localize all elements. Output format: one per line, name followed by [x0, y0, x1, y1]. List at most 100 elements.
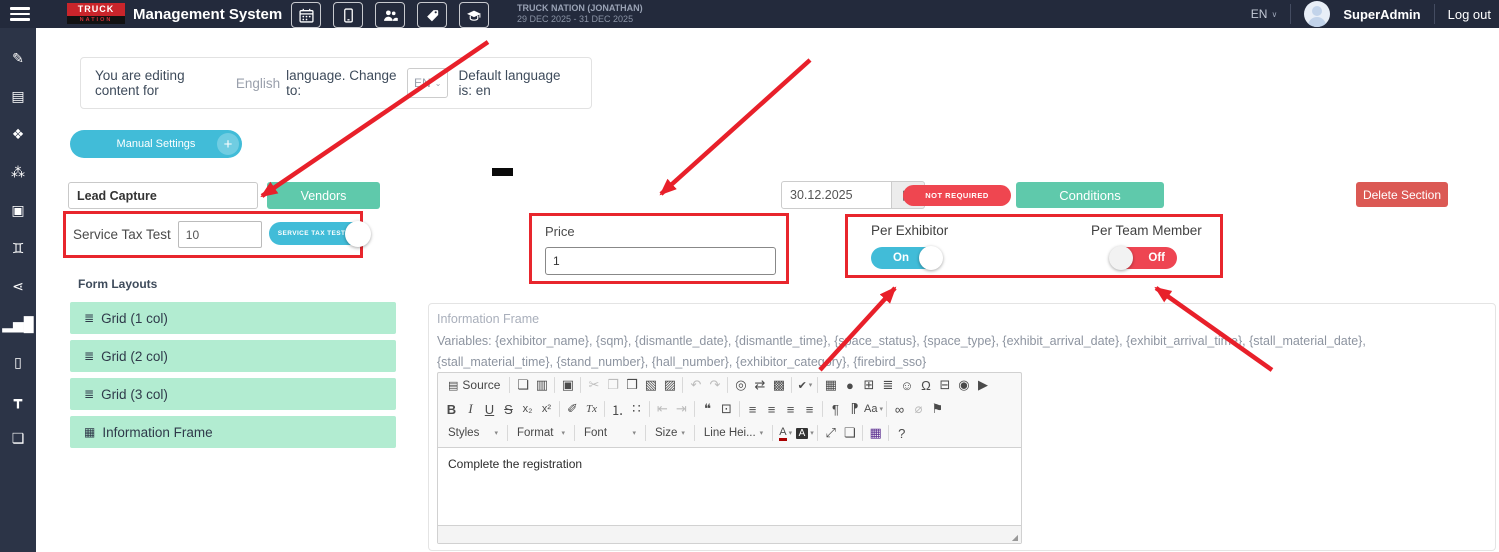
page-break-icon[interactable]: ⊟	[935, 375, 954, 395]
font-dropdown[interactable]: Font▾	[578, 423, 642, 443]
logout-button[interactable]: Log out	[1448, 7, 1491, 22]
service-tax-input[interactable]	[178, 221, 262, 248]
align-left-icon[interactable]: ≡	[743, 399, 762, 419]
italic-button[interactable]: I	[461, 399, 480, 419]
grid-button[interactable]: ▦	[866, 423, 885, 443]
find-icon[interactable]: ◎	[731, 375, 750, 395]
sidebar-item-share[interactable]: ⋖	[0, 267, 36, 305]
source-button[interactable]: ▤Source	[442, 375, 506, 395]
table-icon[interactable]: ⊞	[859, 375, 878, 395]
size-dropdown[interactable]: Size▾	[649, 423, 691, 443]
print-icon[interactable]: ▥	[532, 375, 551, 395]
price-input[interactable]	[545, 247, 776, 275]
paste-text-icon[interactable]: ▧	[641, 375, 660, 395]
tags-button[interactable]	[417, 2, 447, 28]
sidebar-item-tags[interactable]: ❖	[0, 115, 36, 153]
sidebar-item-stats[interactable]: ▂▅█	[0, 305, 36, 343]
outdent-icon[interactable]: ⇤	[653, 399, 672, 419]
language-icon[interactable]: Aa	[864, 399, 883, 419]
about-button[interactable]: ?	[892, 423, 911, 443]
anchor-icon[interactable]: ⚑	[928, 399, 947, 419]
sidebar-item-briefcase[interactable]: ▣	[0, 191, 36, 229]
layout-grid-1col[interactable]: ≣ Grid (1 col)	[70, 302, 396, 334]
spellcheck-icon[interactable]: ✔	[795, 375, 814, 395]
smiley-icon[interactable]: ☺	[897, 375, 916, 395]
rtl-icon[interactable]: ⁋	[845, 399, 864, 419]
plus-icon[interactable]: +	[217, 133, 239, 155]
section-title-input[interactable]	[68, 182, 258, 209]
date-input[interactable]	[781, 181, 892, 209]
redo-icon[interactable]: ↷	[705, 375, 724, 395]
text-color-button[interactable]: A	[776, 423, 795, 443]
undo-icon[interactable]: ↶	[686, 375, 705, 395]
youtube-icon[interactable]: ▶	[973, 375, 992, 395]
align-center-icon[interactable]: ≡	[762, 399, 781, 419]
special-char-icon[interactable]: Ω	[916, 375, 935, 395]
replace-icon[interactable]: ⇄	[750, 375, 769, 395]
hamburger-menu-icon[interactable]	[10, 7, 30, 21]
users-button[interactable]	[375, 2, 405, 28]
show-blocks-button[interactable]: ❏	[840, 423, 859, 443]
link-icon[interactable]: ∞	[890, 399, 909, 419]
calendar-button[interactable]	[291, 2, 321, 28]
per-team-member-toggle[interactable]: Off	[1111, 247, 1177, 269]
language-dropdown[interactable]: EN∨	[1251, 7, 1278, 21]
flash-icon[interactable]: ●	[840, 375, 859, 395]
bulleted-list-icon[interactable]: ∷	[627, 399, 646, 419]
align-right-icon[interactable]: ≡	[781, 399, 800, 419]
format-dropdown[interactable]: Format▾	[511, 423, 571, 443]
unlink-icon[interactable]: ⌀	[909, 399, 928, 419]
ltr-icon[interactable]: ¶	[826, 399, 845, 419]
vendors-button[interactable]: Vendors	[267, 182, 380, 209]
line-height-dropdown[interactable]: Line Hei...▾	[698, 423, 769, 443]
sidebar-item-mobile[interactable]: ▯	[0, 343, 36, 381]
templates-icon[interactable]: ▣	[558, 375, 577, 395]
sidebar-item-documents[interactable]: ❏	[0, 419, 36, 457]
service-tax-toggle[interactable]: SERVICE TAX TEST	[269, 222, 365, 247]
sidebar-item-team[interactable]: ⁂	[0, 153, 36, 191]
copy-format-icon[interactable]: ✐	[563, 399, 582, 419]
paste-word-icon[interactable]: ▨	[660, 375, 679, 395]
conditions-button[interactable]: Conditions	[1016, 182, 1164, 208]
truck-nation-logo[interactable]: TRUCK NATION	[67, 3, 125, 24]
cut-icon[interactable]: ✂	[584, 375, 603, 395]
maximize-button[interactable]: ⤢	[821, 423, 840, 443]
delete-section-button[interactable]: Delete Section	[1356, 182, 1448, 207]
per-exhibitor-toggle[interactable]: On	[871, 247, 941, 269]
layout-grid-3col[interactable]: ≣ Grid (3 col)	[70, 378, 396, 410]
underline-button[interactable]: U	[480, 399, 499, 419]
strike-button[interactable]: S	[499, 399, 518, 419]
avatar[interactable]	[1304, 1, 1330, 27]
sidebar-item-forms[interactable]: ▤	[0, 77, 36, 115]
bold-button[interactable]: B	[442, 399, 461, 419]
align-justify-icon[interactable]: ≡	[800, 399, 819, 419]
layout-grid-2col[interactable]: ≣ Grid (2 col)	[70, 340, 396, 372]
manual-settings-button[interactable]: Manual Settings +	[70, 130, 242, 158]
styles-dropdown[interactable]: Styles▾	[442, 423, 504, 443]
education-button[interactable]	[459, 2, 489, 28]
subscript-button[interactable]: x₂	[518, 399, 537, 419]
numbered-list-icon[interactable]: ⒈	[608, 399, 627, 419]
iframe-icon[interactable]: ◉	[954, 375, 973, 395]
copy-icon[interactable]: ❐	[603, 375, 622, 395]
layout-information-frame[interactable]: ▦ Information Frame	[70, 416, 396, 448]
blockquote-icon[interactable]: ❝	[698, 399, 717, 419]
select-all-icon[interactable]: ▩	[769, 375, 788, 395]
sidebar-item-users[interactable]: ♊	[0, 229, 36, 267]
sidebar-item-stand[interactable]: ┳	[0, 381, 36, 419]
resize-handle-icon[interactable]: ◢	[1012, 533, 1018, 542]
image-icon[interactable]: ▦	[821, 375, 840, 395]
hr-icon[interactable]: ≣	[878, 375, 897, 395]
change-language-select[interactable]: EN⌄	[407, 68, 448, 98]
indent-icon[interactable]: ⇥	[672, 399, 691, 419]
remove-format-icon[interactable]: Tx	[582, 399, 601, 419]
editor-content[interactable]: Complete the registration	[438, 447, 1021, 526]
user-name[interactable]: SuperAdmin	[1343, 7, 1420, 22]
mobile-button[interactable]	[333, 2, 363, 28]
superscript-button[interactable]: x²	[537, 399, 556, 419]
paste-icon[interactable]: ❒	[622, 375, 641, 395]
sidebar-item-edit[interactable]: ✎	[0, 39, 36, 77]
preview-icon[interactable]: ❏	[513, 375, 532, 395]
bg-color-button[interactable]: A	[795, 423, 814, 443]
div-icon[interactable]: ⊡	[717, 399, 736, 419]
